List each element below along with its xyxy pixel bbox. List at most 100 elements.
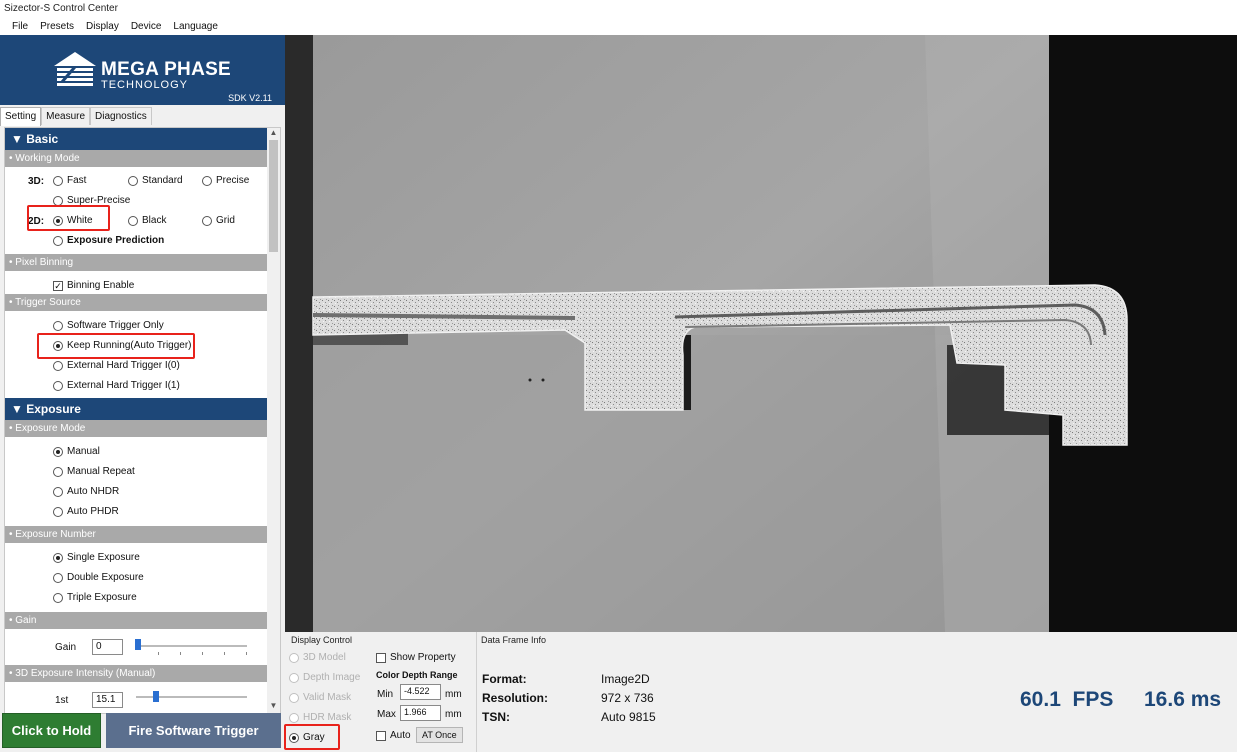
radio-manual-repeat[interactable]: Manual Repeat: [53, 466, 135, 477]
max-label: Max: [377, 709, 396, 720]
checkmark-icon[interactable]: ✓: [53, 280, 63, 291]
vertical-scrollbar[interactable]: ▲ ▼: [267, 128, 280, 713]
menu-language[interactable]: Language: [167, 21, 224, 32]
radio-grid[interactable]: Grid: [202, 215, 235, 226]
fire-software-trigger-button[interactable]: Fire Software Trigger: [106, 713, 281, 748]
max-depth-input[interactable]: 1.966: [400, 705, 441, 721]
section-exposure-header[interactable]: ▼ Exposure: [5, 398, 268, 420]
window-title: Sizector-S Control Center: [0, 0, 1237, 18]
slider-thumb[interactable]: [135, 639, 141, 650]
radio-auto-nhdr[interactable]: Auto NHDR: [53, 486, 119, 497]
data-frame-title: Data Frame Info: [481, 635, 547, 645]
trigger-source-header: • Trigger Source: [5, 294, 268, 311]
tab-measure[interactable]: Measure: [41, 107, 91, 125]
menu-file[interactable]: File: [6, 21, 34, 32]
scroll-up-icon[interactable]: ▲: [267, 128, 280, 140]
checkbox-label: Show Property: [390, 652, 456, 663]
at-once-button[interactable]: AT Once: [416, 727, 463, 743]
radio-standard[interactable]: Standard: [128, 175, 183, 186]
radio-button[interactable]: [128, 175, 138, 186]
highlight-gray: [284, 724, 340, 750]
radio-label: Software Trigger Only: [67, 320, 164, 331]
radio-depth-image: Depth Image: [289, 672, 360, 683]
radio-manual[interactable]: Manual: [53, 446, 100, 457]
highlight-keep-running: [37, 333, 195, 359]
slider-tick: [246, 652, 247, 655]
radio-button[interactable]: [53, 466, 63, 477]
mega-phase-logo-icon: [54, 52, 96, 86]
radio-label: 3D Model: [303, 652, 346, 663]
radio-button[interactable]: [53, 446, 63, 457]
scroll-down-icon[interactable]: ▼: [267, 701, 280, 713]
radio-precise[interactable]: Precise: [202, 175, 249, 186]
slider-track: [136, 645, 247, 647]
radio-button[interactable]: [53, 486, 63, 497]
radio-external-trigger-1[interactable]: External Hard Trigger I(1): [53, 380, 180, 391]
frame-time-readout: 16.6 ms: [1144, 688, 1222, 711]
radio-double-exposure[interactable]: Double Exposure: [53, 572, 144, 583]
radio-exposure-prediction[interactable]: Exposure Prediction: [53, 235, 164, 246]
radio-button[interactable]: [53, 360, 63, 371]
min-unit: mm: [445, 689, 462, 700]
min-depth-input[interactable]: -4.522: [400, 684, 441, 700]
slider-tick: [224, 652, 225, 655]
radio-label: Fast: [67, 175, 87, 186]
checkbox-label: Auto: [390, 730, 411, 741]
left-panel: MEGA PHASE TECHNOLOGY SDK V2.11 Setting …: [0, 35, 285, 752]
radio-label: Double Exposure: [67, 572, 144, 583]
bottom-panel: Display Control 3D Model Depth Image Val…: [284, 632, 1237, 752]
format-value: Image2D: [601, 672, 650, 686]
tab-diagnostics[interactable]: Diagnostics: [90, 107, 152, 125]
menu-display[interactable]: Display: [80, 21, 125, 32]
radio-label: Standard: [142, 175, 183, 186]
radio-black[interactable]: Black: [128, 215, 166, 226]
slider-tick: [158, 652, 159, 655]
tab-setting[interactable]: Setting: [0, 107, 42, 126]
gain-input[interactable]: 0: [92, 639, 123, 655]
radio-button[interactable]: [202, 215, 212, 226]
tsn-label: TSN:: [482, 710, 510, 724]
pixel-binning-header: • Pixel Binning: [5, 254, 268, 271]
radio-auto-phdr[interactable]: Auto PHDR: [53, 506, 119, 517]
radio-button[interactable]: [128, 215, 138, 226]
slider-tick: [180, 652, 181, 655]
radio-label: HDR Mask: [303, 712, 352, 723]
radio-button[interactable]: [53, 195, 63, 206]
radio-button[interactable]: [202, 175, 212, 186]
radio-label: External Hard Trigger I(1): [67, 380, 180, 391]
radio-button[interactable]: [53, 235, 63, 246]
gain-label: Gain: [55, 642, 77, 653]
show-property-checkbox[interactable]: Show Property: [376, 652, 456, 663]
panel-divider: [476, 632, 477, 752]
max-unit: mm: [445, 709, 462, 720]
image-viewer[interactable]: [285, 35, 1237, 632]
radio-external-trigger-0[interactable]: External Hard Trigger I(0): [53, 360, 180, 371]
radio-label: Manual Repeat: [67, 466, 135, 477]
slider-thumb[interactable]: [152, 691, 159, 702]
radio-fast[interactable]: Fast: [53, 175, 86, 186]
label-3d: 3D:: [28, 176, 45, 187]
radio-label: External Hard Trigger I(0): [67, 360, 180, 371]
menu-presets[interactable]: Presets: [34, 21, 80, 32]
scroll-thumb[interactable]: [269, 140, 278, 252]
section-basic-header[interactable]: ▼ Basic: [5, 128, 268, 150]
radio-button[interactable]: [53, 552, 63, 563]
intensity-input[interactable]: 15.1: [92, 692, 123, 708]
radio-button[interactable]: [53, 380, 63, 391]
radio-button[interactable]: [53, 592, 63, 603]
checkbox[interactable]: [376, 730, 386, 741]
radio-triple-exposure[interactable]: Triple Exposure: [53, 592, 137, 603]
auto-checkbox[interactable]: Auto: [376, 730, 411, 741]
radio-label: Auto NHDR: [67, 486, 120, 497]
radio-button[interactable]: [53, 320, 63, 331]
click-to-hold-button[interactable]: Click to Hold: [2, 713, 101, 748]
radio-button[interactable]: [53, 175, 63, 186]
radio-button[interactable]: [53, 572, 63, 583]
radio-software-trigger-only[interactable]: Software Trigger Only: [53, 320, 164, 331]
radio-valid-mask: Valid Mask: [289, 692, 351, 703]
checkbox[interactable]: [376, 652, 386, 663]
radio-button[interactable]: [53, 506, 63, 517]
menu-device[interactable]: Device: [125, 21, 168, 32]
binning-enable-checkbox[interactable]: ✓ Binning Enable: [53, 280, 134, 291]
radio-single-exposure[interactable]: Single Exposure: [53, 552, 140, 563]
